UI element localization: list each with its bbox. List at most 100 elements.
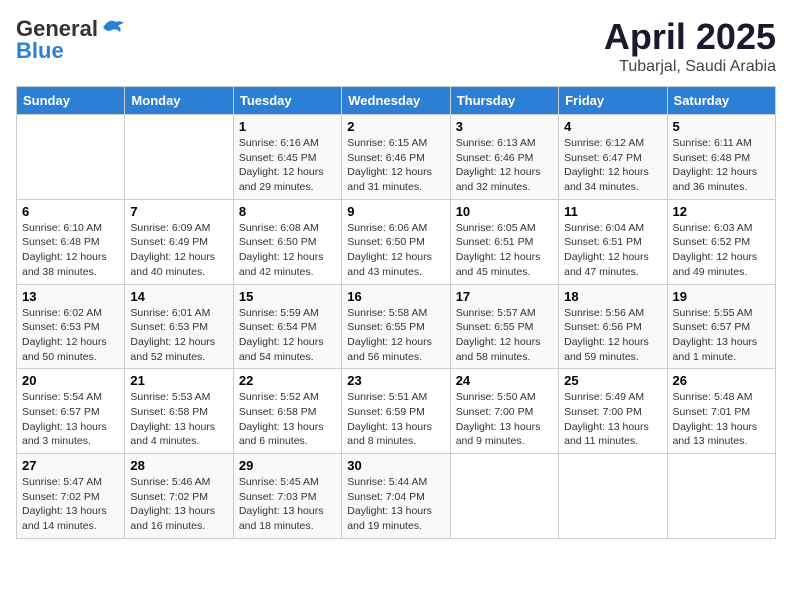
day-number: 11 <box>564 204 661 219</box>
day-info: Sunrise: 6:03 AM Sunset: 6:52 PM Dayligh… <box>673 221 770 280</box>
day-info: Sunrise: 5:49 AM Sunset: 7:00 PM Dayligh… <box>564 390 661 449</box>
calendar-cell: 3Sunrise: 6:13 AM Sunset: 6:46 PM Daylig… <box>450 115 558 200</box>
calendar-cell: 25 Sunrise: 5:49 AM Sunset: 7:00 PM Dayli… <box>559 369 667 454</box>
day-number: 26 <box>673 373 770 388</box>
calendar-cell: 5Sunrise: 6:11 AM Sunset: 6:48 PM Daylig… <box>667 115 775 200</box>
day-number: 6 <box>22 204 119 219</box>
day-info: Sunrise: 5:48 AM Sunset: 7:01 PM Dayligh… <box>673 390 770 449</box>
calendar-cell: 24 Sunrise: 5:50 AM Sunset: 7:00 PM Dayli… <box>450 369 558 454</box>
day-number: 27 <box>22 458 119 473</box>
calendar-cell: 14 Sunrise: 6:01 AM Sunset: 6:53 PM Dayli… <box>125 284 233 369</box>
column-header-wednesday: Wednesday <box>342 87 450 115</box>
day-number: 5 <box>673 119 770 134</box>
column-header-saturday: Saturday <box>667 87 775 115</box>
day-info: Sunrise: 6:16 AM Sunset: 6:45 PM Dayligh… <box>239 136 336 195</box>
calendar-cell: 11Sunrise: 6:04 AM Sunset: 6:51 PM Dayli… <box>559 199 667 284</box>
title-area: April 2025 Tubarjal, Saudi Arabia <box>604 16 776 76</box>
calendar-cell: 17 Sunrise: 5:57 AM Sunset: 6:55 PM Dayli… <box>450 284 558 369</box>
week-row-5: 27 Sunrise: 5:47 AM Sunset: 7:02 PM Dayli… <box>17 454 776 539</box>
calendar-cell: 12Sunrise: 6:03 AM Sunset: 6:52 PM Dayli… <box>667 199 775 284</box>
day-number: 19 <box>673 289 770 304</box>
day-number: 16 <box>347 289 444 304</box>
day-info: Sunrise: 5:57 AM Sunset: 6:55 PM Dayligh… <box>456 306 553 365</box>
calendar-cell: 30 Sunrise: 5:44 AM Sunset: 7:04 PM Dayli… <box>342 454 450 539</box>
day-number: 9 <box>347 204 444 219</box>
column-header-tuesday: Tuesday <box>233 87 341 115</box>
day-number: 1 <box>239 119 336 134</box>
calendar-cell: 28 Sunrise: 5:46 AM Sunset: 7:02 PM Dayli… <box>125 454 233 539</box>
day-number: 17 <box>456 289 553 304</box>
day-info: Sunrise: 6:05 AM Sunset: 6:51 PM Dayligh… <box>456 221 553 280</box>
day-info: Sunrise: 6:08 AM Sunset: 6:50 PM Dayligh… <box>239 221 336 280</box>
day-info: Sunrise: 6:13 AM Sunset: 6:46 PM Dayligh… <box>456 136 553 195</box>
calendar-cell: 26 Sunrise: 5:48 AM Sunset: 7:01 PM Dayli… <box>667 369 775 454</box>
week-row-3: 13 Sunrise: 6:02 AM Sunset: 6:53 PM Dayli… <box>17 284 776 369</box>
day-number: 21 <box>130 373 227 388</box>
day-info: Sunrise: 5:56 AM Sunset: 6:56 PM Dayligh… <box>564 306 661 365</box>
calendar-cell: 9 Sunrise: 6:06 AM Sunset: 6:50 PM Daylig… <box>342 199 450 284</box>
calendar-cell <box>667 454 775 539</box>
day-number: 4 <box>564 119 661 134</box>
day-number: 18 <box>564 289 661 304</box>
day-number: 20 <box>22 373 119 388</box>
day-info: Sunrise: 5:59 AM Sunset: 6:54 PM Dayligh… <box>239 306 336 365</box>
calendar-cell: 8Sunrise: 6:08 AM Sunset: 6:50 PM Daylig… <box>233 199 341 284</box>
calendar-cell: 22 Sunrise: 5:52 AM Sunset: 6:58 PM Dayli… <box>233 369 341 454</box>
day-number: 28 <box>130 458 227 473</box>
calendar-cell: 29Sunrise: 5:45 AM Sunset: 7:03 PM Dayli… <box>233 454 341 539</box>
day-info: Sunrise: 5:44 AM Sunset: 7:04 PM Dayligh… <box>347 475 444 534</box>
calendar-cell: 16 Sunrise: 5:58 AM Sunset: 6:55 PM Dayli… <box>342 284 450 369</box>
day-info: Sunrise: 5:47 AM Sunset: 7:02 PM Dayligh… <box>22 475 119 534</box>
day-number: 2 <box>347 119 444 134</box>
day-number: 22 <box>239 373 336 388</box>
month-title: April 2025 <box>604 16 776 58</box>
calendar-cell: 18 Sunrise: 5:56 AM Sunset: 6:56 PM Dayli… <box>559 284 667 369</box>
column-header-monday: Monday <box>125 87 233 115</box>
day-info: Sunrise: 6:01 AM Sunset: 6:53 PM Dayligh… <box>130 306 227 365</box>
day-number: 25 <box>564 373 661 388</box>
day-info: Sunrise: 5:58 AM Sunset: 6:55 PM Dayligh… <box>347 306 444 365</box>
day-info: Sunrise: 5:46 AM Sunset: 7:02 PM Dayligh… <box>130 475 227 534</box>
calendar-cell <box>17 115 125 200</box>
day-number: 13 <box>22 289 119 304</box>
calendar-table: SundayMondayTuesdayWednesdayThursdayFrid… <box>16 86 776 539</box>
calendar-cell <box>450 454 558 539</box>
day-info: Sunrise: 6:06 AM Sunset: 6:50 PM Dayligh… <box>347 221 444 280</box>
calendar-cell: 20 Sunrise: 5:54 AM Sunset: 6:57 PM Dayli… <box>17 369 125 454</box>
day-info: Sunrise: 5:52 AM Sunset: 6:58 PM Dayligh… <box>239 390 336 449</box>
header: General Blue April 2025 Tubarjal, Saudi … <box>16 16 776 76</box>
calendar-cell: 23Sunrise: 5:51 AM Sunset: 6:59 PM Dayli… <box>342 369 450 454</box>
day-number: 7 <box>130 204 227 219</box>
calendar-cell: 1 Sunrise: 6:16 AM Sunset: 6:45 PM Daylig… <box>233 115 341 200</box>
day-info: Sunrise: 6:15 AM Sunset: 6:46 PM Dayligh… <box>347 136 444 195</box>
day-info: Sunrise: 5:51 AM Sunset: 6:59 PM Dayligh… <box>347 390 444 449</box>
header-row: SundayMondayTuesdayWednesdayThursdayFrid… <box>17 87 776 115</box>
day-info: Sunrise: 5:50 AM Sunset: 7:00 PM Dayligh… <box>456 390 553 449</box>
calendar-cell <box>559 454 667 539</box>
week-row-2: 6 Sunrise: 6:10 AM Sunset: 6:48 PM Daylig… <box>17 199 776 284</box>
day-number: 30 <box>347 458 444 473</box>
day-number: 14 <box>130 289 227 304</box>
calendar-cell: 10 Sunrise: 6:05 AM Sunset: 6:51 PM Dayli… <box>450 199 558 284</box>
week-row-1: 1 Sunrise: 6:16 AM Sunset: 6:45 PM Daylig… <box>17 115 776 200</box>
column-header-friday: Friday <box>559 87 667 115</box>
day-info: Sunrise: 5:55 AM Sunset: 6:57 PM Dayligh… <box>673 306 770 365</box>
day-number: 15 <box>239 289 336 304</box>
calendar-cell: 15 Sunrise: 5:59 AM Sunset: 6:54 PM Dayli… <box>233 284 341 369</box>
logo-blue: Blue <box>16 38 64 63</box>
calendar-cell: 4Sunrise: 6:12 AM Sunset: 6:47 PM Daylig… <box>559 115 667 200</box>
day-number: 10 <box>456 204 553 219</box>
location-title: Tubarjal, Saudi Arabia <box>604 58 776 76</box>
day-info: Sunrise: 5:53 AM Sunset: 6:58 PM Dayligh… <box>130 390 227 449</box>
day-info: Sunrise: 5:54 AM Sunset: 6:57 PM Dayligh… <box>22 390 119 449</box>
day-number: 29 <box>239 458 336 473</box>
calendar-cell: 19 Sunrise: 5:55 AM Sunset: 6:57 PM Dayli… <box>667 284 775 369</box>
day-number: 24 <box>456 373 553 388</box>
day-info: Sunrise: 6:10 AM Sunset: 6:48 PM Dayligh… <box>22 221 119 280</box>
calendar-cell: 7 Sunrise: 6:09 AM Sunset: 6:49 PM Daylig… <box>125 199 233 284</box>
calendar-cell: 21 Sunrise: 5:53 AM Sunset: 6:58 PM Dayli… <box>125 369 233 454</box>
column-header-thursday: Thursday <box>450 87 558 115</box>
day-info: Sunrise: 6:02 AM Sunset: 6:53 PM Dayligh… <box>22 306 119 365</box>
logo: General Blue <box>16 16 124 64</box>
day-info: Sunrise: 6:09 AM Sunset: 6:49 PM Dayligh… <box>130 221 227 280</box>
